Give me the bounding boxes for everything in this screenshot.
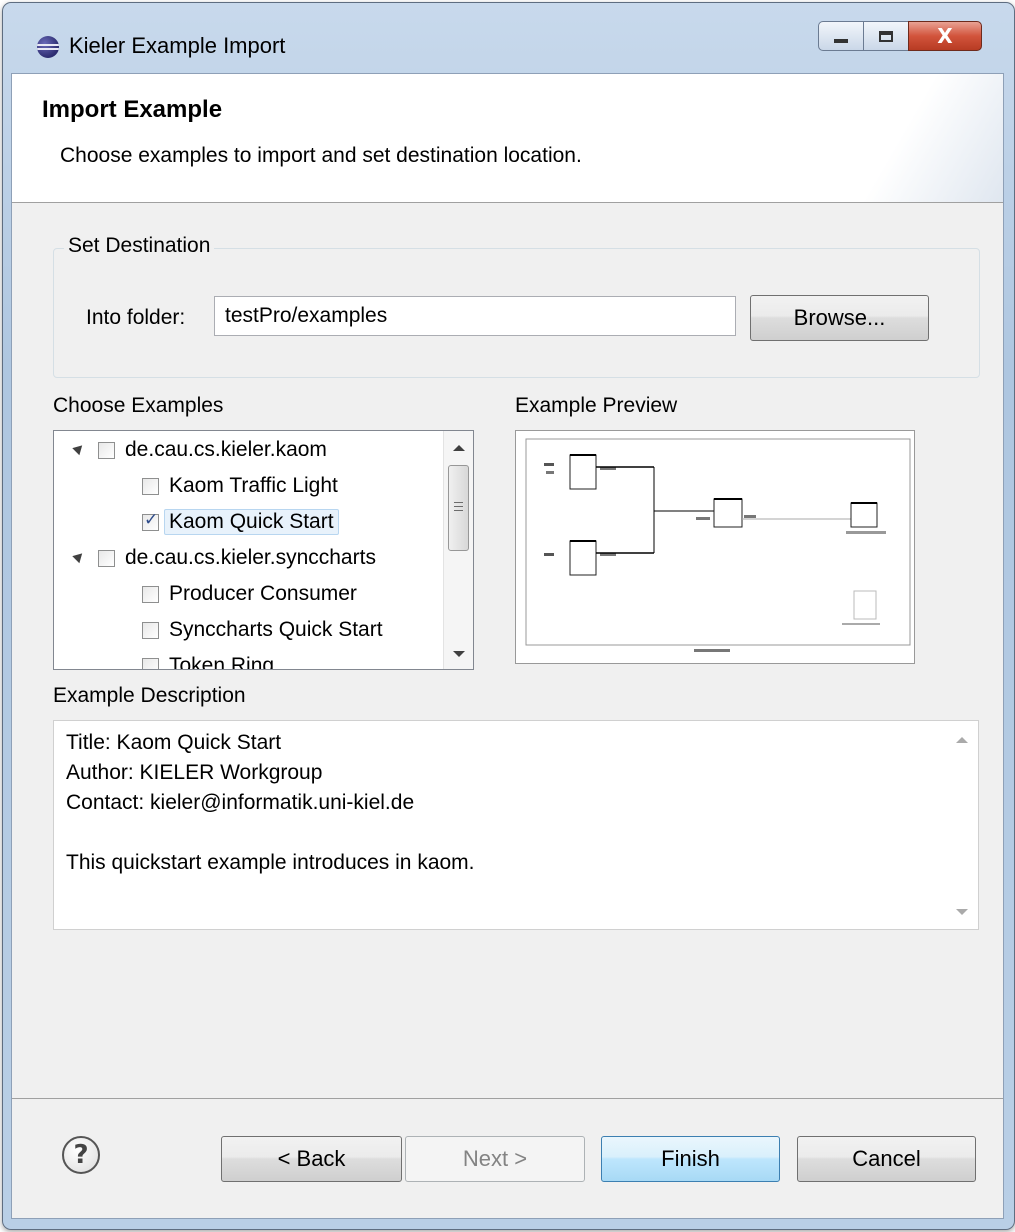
scroll-down-arrow-icon[interactable] [453,651,465,657]
expand-triangle-icon[interactable] [72,441,86,455]
page-title: Import Example [42,96,223,123]
description-line: Contact: kieler@informatik.uni-kiel.de [66,791,415,814]
into-folder-label: Into folder: [86,306,186,329]
checkbox[interactable] [142,657,159,669]
scroll-up-arrow-icon[interactable] [453,445,465,451]
tree-item-token-ring[interactable]: Token Ring [142,649,275,670]
tree-node-label: de.cau.cs.kieler.synccharts [125,546,376,569]
tree-item-label: Synccharts Quick Start [169,618,383,641]
next-button[interactable]: Next > [405,1136,585,1182]
help-icon[interactable]: ? [62,1136,100,1174]
maximize-icon [879,30,893,42]
title-bar[interactable]: Kieler Example Import X [3,3,1014,73]
checkbox[interactable] [142,621,159,639]
desc-scroll-up-arrow-icon[interactable] [956,737,968,743]
browse-button[interactable]: Browse... [750,295,929,341]
eclipse-icon [37,36,59,58]
destination-group-label: Set Destination [64,234,215,258]
minimize-icon [834,39,848,43]
checkbox[interactable] [142,585,159,603]
tree-scrollbar[interactable] [443,431,473,669]
examples-tree: de.cau.cs.kieler.kaom Kaom Traffic Light… [53,430,474,670]
description-line: This quickstart example introduces in ka… [66,851,475,874]
example-description-label: Example Description [53,684,246,707]
tree-item-synccharts-quick-start[interactable]: Synccharts Quick Start [142,613,383,647]
maximize-button[interactable] [863,21,909,51]
tree-item-label: Kaom Quick Start [164,509,339,535]
tree-item-label: Token Ring [169,654,275,670]
wizard-banner: Import Example Choose examples to import… [12,74,1003,203]
cancel-button[interactable]: Cancel [797,1136,976,1182]
tree-item-producer-consumer[interactable]: Producer Consumer [142,577,357,611]
checkbox[interactable] [98,441,115,459]
tree-item-kaom-traffic-light[interactable]: Kaom Traffic Light [142,469,338,503]
description-line: Author: KIELER Workgroup [66,761,323,784]
tree-item-label: Producer Consumer [169,582,357,605]
close-button[interactable]: X [908,21,982,51]
dialog-window: Kieler Example Import X Import Example C… [2,2,1015,1230]
tree-node-kaom[interactable]: de.cau.cs.kieler.kaom [72,433,327,467]
button-bar-separator [12,1098,1003,1099]
tree-node-label: de.cau.cs.kieler.kaom [125,438,327,461]
example-preview-label: Example Preview [515,394,678,417]
choose-examples-label: Choose Examples [53,394,224,417]
desc-scroll-down-arrow-icon[interactable] [956,909,968,915]
expand-triangle-icon[interactable] [72,549,86,563]
window-title: Kieler Example Import [69,33,286,58]
diagram-thumbnail [525,438,911,652]
example-description-text[interactable]: Title: Kaom Quick Start Author: KIELER W… [53,720,979,930]
tree-item-kaom-quick-start[interactable]: Kaom Quick Start [142,505,339,539]
example-preview-image [515,430,915,664]
back-button[interactable]: < Back [221,1136,402,1182]
checkbox-checked[interactable] [142,510,159,531]
minimize-button[interactable] [818,21,864,51]
destination-folder-input[interactable] [214,296,736,336]
tree-item-label: Kaom Traffic Light [169,474,338,497]
finish-button[interactable]: Finish [601,1136,780,1182]
scrollbar-thumb[interactable] [448,465,469,551]
dialog-body: Import Example Choose examples to import… [11,73,1004,1219]
checkbox[interactable] [98,549,115,567]
close-icon: X [937,24,953,48]
checkbox[interactable] [142,477,159,495]
description-line: Title: Kaom Quick Start [66,731,282,754]
page-description: Choose examples to import and set destin… [60,144,582,167]
tree-node-synccharts[interactable]: de.cau.cs.kieler.synccharts [72,541,376,575]
